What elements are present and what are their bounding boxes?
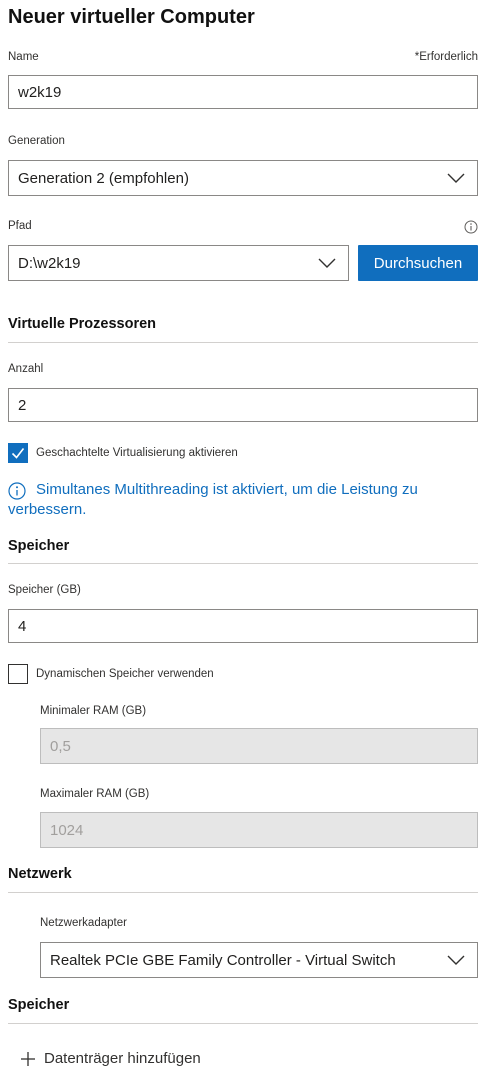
section-divider	[8, 892, 478, 893]
min-ram-value: 0,5	[50, 737, 71, 755]
add-disk-button[interactable]: Datenträger hinzufügen	[20, 1050, 201, 1067]
generation-select[interactable]: Generation 2 (empfohlen)	[8, 160, 478, 196]
network-adapter-select[interactable]: Realtek PCIe GBE Family Controller - Vir…	[40, 942, 478, 978]
add-disk-label: Datenträger hinzufügen	[44, 1050, 201, 1067]
max-ram-input[interactable]: 1024	[40, 812, 478, 848]
dynamic-memory-label: Dynamischen Speicher verwenden	[36, 668, 214, 680]
name-label: Name	[8, 51, 39, 63]
path-select-value: D:\w2k19	[18, 254, 81, 272]
processor-count-label: Anzahl	[8, 363, 44, 375]
browse-button[interactable]: Durchsuchen	[358, 245, 478, 281]
max-ram-label: Maximaler RAM (GB)	[40, 788, 150, 800]
name-input[interactable]: w2k19	[8, 75, 478, 109]
name-input-value: w2k19	[18, 83, 62, 101]
page-title: Neuer virtueller Computer	[8, 6, 255, 28]
chevron-down-icon	[447, 172, 465, 184]
generation-label: Generation	[8, 135, 65, 147]
memory-size-value: 4	[18, 617, 27, 635]
network-section-title: Netzwerk	[8, 866, 72, 882]
checkmark-icon	[11, 448, 25, 459]
chevron-down-icon	[318, 257, 336, 269]
section-divider	[8, 1023, 478, 1024]
chevron-down-icon	[447, 954, 465, 966]
memory-size-input[interactable]: 4	[8, 609, 478, 643]
required-note: *Erforderlich	[414, 51, 478, 63]
path-label: Pfad	[8, 220, 32, 232]
processors-section-title: Virtuelle Prozessoren	[8, 316, 157, 332]
processor-count-input[interactable]: 2	[8, 388, 478, 422]
plus-icon	[21, 1051, 35, 1066]
path-select[interactable]: D:\w2k19	[8, 245, 349, 281]
max-ram-value: 1024	[50, 821, 84, 839]
memory-section-title: Speicher	[8, 538, 70, 554]
multithreading-info-line1: Simultanes Multithreading ist aktiviert,…	[36, 481, 418, 498]
section-divider	[8, 342, 478, 343]
info-icon[interactable]	[464, 220, 478, 234]
memory-size-label: Speicher (GB)	[8, 584, 81, 596]
section-divider	[8, 563, 478, 564]
processor-count-value: 2	[18, 396, 27, 414]
network-adapter-value: Realtek PCIe GBE Family Controller - Vir…	[50, 951, 396, 969]
min-ram-label: Minimaler RAM (GB)	[40, 705, 147, 717]
storage-section-title: Speicher	[8, 997, 70, 1013]
dynamic-memory-checkbox[interactable]	[8, 664, 28, 684]
min-ram-input[interactable]: 0,5	[40, 728, 478, 764]
nested-virtualization-checkbox[interactable]	[8, 443, 28, 463]
generation-select-value: Generation 2 (empfohlen)	[18, 169, 189, 187]
network-adapter-label: Netzwerkadapter	[40, 917, 127, 929]
multithreading-info-line2: verbessern.	[8, 501, 87, 518]
nested-virtualization-label: Geschachtelte Virtualisierung aktivieren	[36, 447, 238, 459]
info-icon	[8, 482, 26, 500]
